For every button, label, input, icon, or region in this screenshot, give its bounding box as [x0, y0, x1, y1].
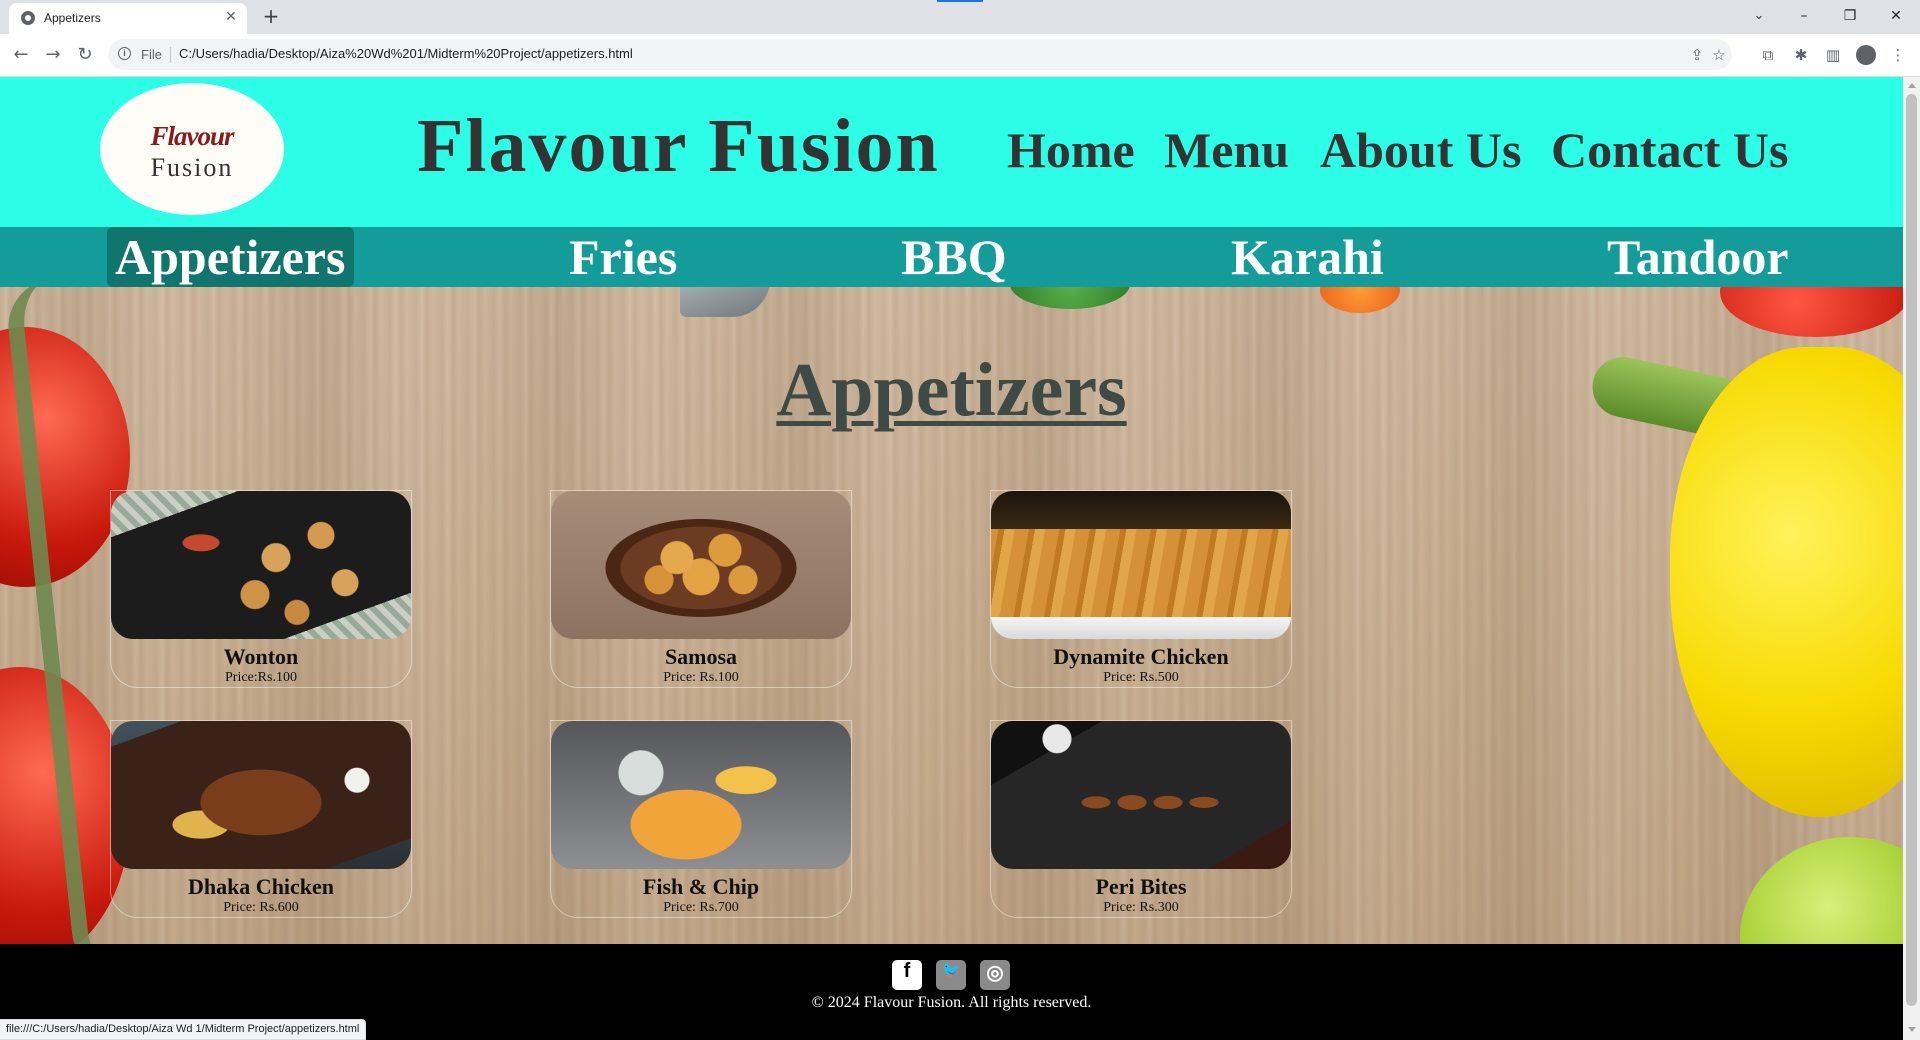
puzzle-icon[interactable]: ✱ — [1791, 45, 1811, 65]
site-header: Flavour Fusion Flavour Fusion Home Menu … — [0, 77, 1903, 227]
item-price: Price:Rs.100 — [225, 670, 297, 685]
instagram-icon[interactable]: ◎ — [980, 960, 1010, 990]
item-price: Price: Rs.100 — [663, 670, 739, 685]
nav-menu[interactable]: Menu — [1164, 121, 1289, 179]
menu-card-dhaka-chicken[interactable]: Dhaka Chicken Price: Rs.600 — [110, 720, 412, 918]
peri-bites-photo — [991, 721, 1291, 869]
browser-tab-strip: Appetizers ✕ + ⌄ – ❐ ✕ — [0, 0, 1920, 34]
scroll-thumb[interactable] — [1906, 94, 1917, 1006]
facebook-icon[interactable]: f — [892, 960, 922, 990]
item-name: Peri Bites — [1095, 874, 1187, 899]
restore-button[interactable]: ❐ — [1828, 3, 1872, 29]
category-bbq[interactable]: BBQ — [901, 227, 1007, 287]
copyright-text: © 2024 Flavour Fusion. All rights reserv… — [811, 994, 1092, 1011]
tab-title: Appetizers — [44, 11, 101, 25]
nav-about-us[interactable]: About Us — [1320, 121, 1521, 179]
url-divider — [170, 47, 171, 63]
item-name: Wonton — [223, 644, 299, 669]
menu-card-fish-chip[interactable]: Fish & Chip Price: Rs.700 — [550, 720, 852, 918]
url-text[interactable]: C:/Users/hadia/Desktop/Aiza%20Wd%201/Mid… — [179, 46, 633, 61]
logo-text-top: Flavour — [150, 121, 234, 151]
menu-card-dynamite-chicken[interactable]: Dynamite Chicken Price: Rs.500 — [990, 490, 1292, 688]
scroll-down-arrow[interactable] — [1908, 1027, 1916, 1032]
site-title: Flavour Fusion — [417, 104, 940, 188]
tab-drag-indicator — [937, 0, 983, 2]
item-price: Price: Rs.500 — [1103, 670, 1179, 685]
address-bar[interactable]: i File C:/Users/hadia/Desktop/Aiza%20Wd%… — [108, 39, 1732, 70]
fish-chip-photo — [551, 721, 851, 869]
site-logo[interactable]: Flavour Fusion — [100, 83, 284, 215]
status-bar-url: file:///C:/Users/hadia/Desktop/Aiza Wd 1… — [0, 1019, 367, 1040]
dhaka-chicken-photo — [111, 721, 411, 869]
minimize-button[interactable]: – — [1782, 3, 1826, 29]
background-leaves — [1010, 287, 1130, 309]
menu-card-wonton[interactable]: Wonton Price:Rs.100 — [110, 490, 412, 688]
bookmark-star-icon[interactable]: ☆ — [1710, 46, 1728, 64]
page-heading: Appetizers — [776, 348, 1127, 432]
close-tab-icon[interactable]: ✕ — [223, 9, 239, 25]
side-panel-icon[interactable]: ▥ — [1823, 45, 1843, 65]
item-price: Price: Rs.600 — [223, 900, 299, 915]
background-tomato-top — [1720, 287, 1903, 337]
extension-icon[interactable]: ⧉ — [1758, 45, 1778, 65]
background-knife — [680, 287, 770, 317]
item-name: Dhaka Chicken — [187, 874, 335, 899]
item-name: Fish & Chip — [642, 874, 760, 899]
browser-tab-appetizers[interactable]: Appetizers ✕ — [9, 3, 247, 34]
profile-avatar[interactable] — [1856, 45, 1876, 65]
item-name: Samosa — [664, 644, 738, 669]
category-karahi[interactable]: Karahi — [1231, 227, 1384, 287]
browser-toolbar: ← → ↻ i File C:/Users/hadia/Desktop/Aiza… — [0, 34, 1920, 77]
wonton-photo — [111, 491, 411, 639]
nav-contact-us[interactable]: Contact Us — [1551, 121, 1788, 179]
back-button[interactable]: ← — [10, 44, 32, 66]
menu-content: Appetizers Wonton Price:Rs.100 Samosa Pr… — [0, 287, 1903, 944]
logo-text-bottom: Fusion — [150, 153, 234, 182]
url-scheme-chip: File — [141, 47, 162, 62]
background-green-pepper — [1740, 837, 1903, 944]
item-price: Price: Rs.300 — [1103, 900, 1179, 915]
reload-button[interactable]: ↻ — [74, 44, 96, 66]
vertical-scrollbar[interactable] — [1903, 77, 1920, 1040]
menu-dots-icon[interactable]: ⋮ — [1888, 45, 1908, 65]
new-tab-button[interactable]: + — [260, 5, 282, 27]
forward-button[interactable]: → — [42, 44, 64, 66]
tab-search-icon[interactable]: ⌄ — [1750, 8, 1768, 26]
samosa-photo — [551, 491, 851, 639]
dynamite-chicken-photo — [991, 491, 1291, 639]
category-navigation: Appetizers Fries BBQ Karahi Tandoor — [0, 227, 1903, 287]
share-icon[interactable]: ⇪ — [1688, 46, 1706, 64]
scroll-up-arrow[interactable] — [1908, 83, 1916, 88]
nav-home[interactable]: Home — [1007, 121, 1135, 179]
page-viewport: Flavour Fusion Flavour Fusion Home Menu … — [0, 77, 1903, 1040]
item-name: Dynamite Chicken — [1053, 644, 1229, 669]
category-appetizers[interactable]: Appetizers — [107, 227, 354, 287]
menu-card-peri-bites[interactable]: Peri Bites Price: Rs.300 — [990, 720, 1292, 918]
twitter-icon[interactable]: 🐦 — [936, 960, 966, 990]
item-price: Price: Rs.700 — [663, 900, 739, 915]
menu-card-samosa[interactable]: Samosa Price: Rs.100 — [550, 490, 852, 688]
info-icon[interactable]: i — [118, 47, 131, 60]
background-carrot — [1320, 287, 1400, 313]
close-window-button[interactable]: ✕ — [1874, 3, 1918, 29]
globe-icon — [21, 11, 35, 25]
category-tandoor[interactable]: Tandoor — [1607, 227, 1789, 287]
category-fries[interactable]: Fries — [569, 227, 677, 287]
